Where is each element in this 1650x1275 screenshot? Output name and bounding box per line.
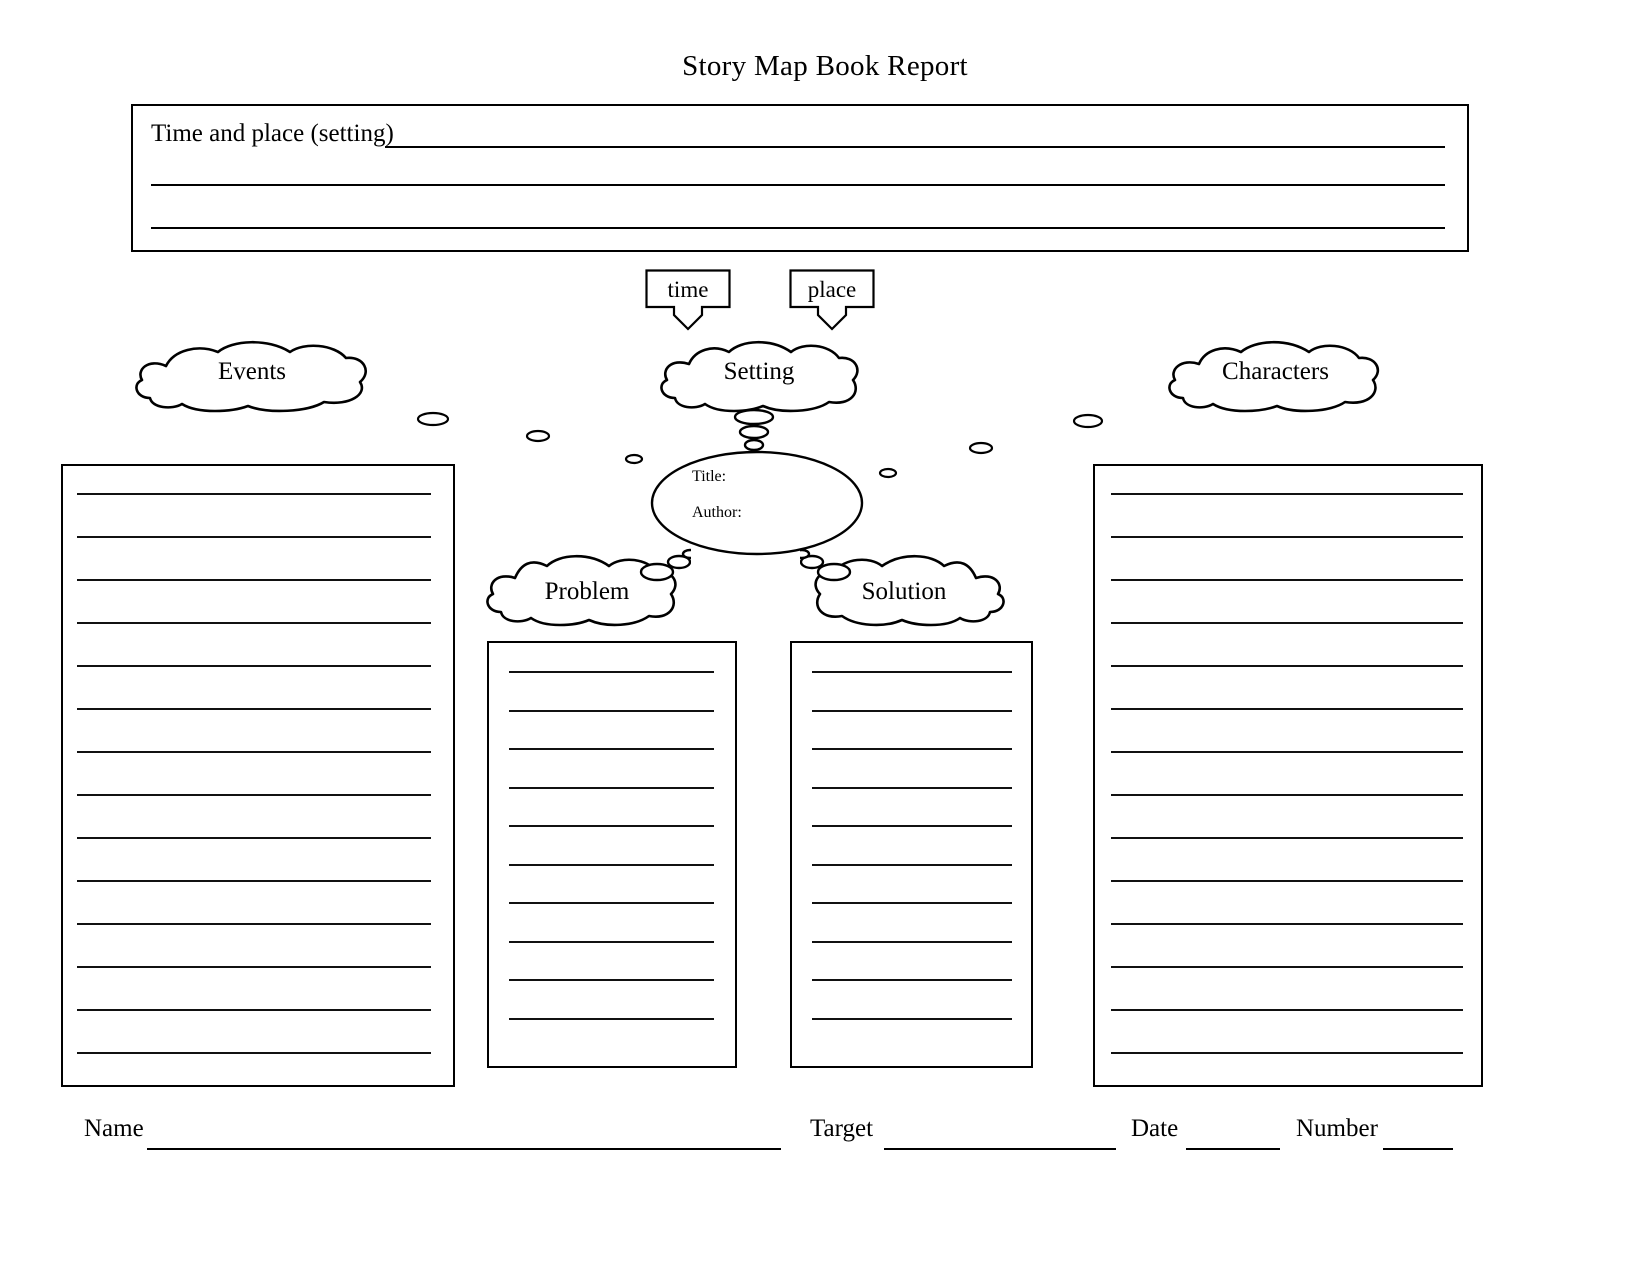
setting-write-line-1[interactable] — [385, 146, 1445, 148]
write-line[interactable] — [509, 671, 714, 673]
write-line[interactable] — [77, 1009, 431, 1011]
write-line[interactable] — [812, 709, 1012, 712]
write-line[interactable] — [77, 1052, 431, 1054]
story-map-worksheet: Story Map Book Report Time and place (se… — [0, 0, 1650, 1275]
stray-bubble — [878, 467, 898, 479]
characters-cloud: Characters — [1163, 336, 1388, 414]
number-label: Number — [1296, 1115, 1378, 1142]
events-writing-box[interactable] — [61, 464, 455, 1087]
cloud-icon — [486, 548, 699, 627]
time-callout: time — [645, 269, 731, 331]
write-line[interactable] — [509, 709, 714, 712]
characters-writing-lines — [1095, 466, 1481, 1085]
write-line[interactable] — [77, 880, 431, 882]
write-line[interactable] — [77, 923, 431, 925]
down-arrow-icon — [645, 269, 731, 331]
write-line[interactable] — [1111, 1052, 1463, 1054]
write-line[interactable] — [1111, 493, 1463, 495]
write-line[interactable] — [77, 966, 431, 968]
write-line[interactable] — [1111, 708, 1463, 710]
cloud-icon — [660, 340, 859, 413]
write-line[interactable] — [1111, 751, 1463, 753]
write-line[interactable] — [812, 748, 1012, 750]
write-line[interactable] — [77, 665, 431, 667]
write-line[interactable] — [509, 902, 714, 904]
write-line[interactable] — [812, 825, 1012, 827]
write-line[interactable] — [1111, 923, 1463, 925]
target-label: Target — [810, 1115, 874, 1142]
write-line[interactable] — [509, 1017, 714, 1020]
write-line[interactable] — [509, 979, 714, 981]
write-line[interactable] — [812, 671, 1012, 673]
events-writing-lines — [63, 466, 453, 1085]
write-line[interactable] — [812, 1017, 1012, 1020]
write-line[interactable] — [812, 940, 1012, 943]
write-line[interactable] — [509, 748, 714, 750]
solution-writing-box[interactable] — [790, 641, 1033, 1068]
title-author-ellipse: Title: Author: — [650, 450, 864, 556]
write-line[interactable] — [77, 708, 431, 710]
book-title-label: Title: — [692, 468, 727, 485]
write-line[interactable] — [1111, 880, 1463, 882]
write-line[interactable] — [1111, 665, 1463, 667]
write-line[interactable] — [77, 493, 431, 495]
events-cloud: Events — [128, 336, 376, 414]
page-title: Story Map Book Report — [682, 50, 968, 82]
setting-write-line-2[interactable] — [151, 184, 1445, 186]
write-line[interactable] — [77, 622, 431, 624]
characters-writing-box[interactable] — [1093, 464, 1483, 1087]
ellipse-icon — [650, 450, 864, 556]
write-line[interactable] — [812, 786, 1012, 789]
cloud-icon — [1168, 340, 1380, 413]
stray-bubble — [624, 453, 644, 465]
name-label: Name — [84, 1115, 144, 1142]
write-line[interactable] — [509, 786, 714, 789]
stray-bubble — [525, 429, 551, 443]
write-line[interactable] — [77, 794, 431, 796]
cloud-icon — [793, 548, 1005, 627]
write-line[interactable] — [77, 579, 431, 581]
write-line[interactable] — [509, 940, 714, 943]
write-line[interactable] — [812, 863, 1012, 866]
target-field[interactable] — [884, 1148, 1116, 1150]
write-line[interactable] — [77, 536, 431, 538]
stray-bubble — [1072, 413, 1104, 429]
problem-writing-lines — [489, 643, 735, 1066]
name-field[interactable] — [147, 1148, 781, 1150]
solution-cloud: Solution — [793, 546, 1008, 632]
write-line[interactable] — [1111, 622, 1463, 624]
stray-bubble — [968, 441, 994, 455]
write-line[interactable] — [1111, 1009, 1463, 1011]
place-callout: place — [789, 269, 875, 331]
number-field[interactable] — [1383, 1148, 1453, 1150]
write-line[interactable] — [812, 979, 1012, 981]
write-line[interactable] — [77, 837, 431, 839]
write-line[interactable] — [509, 863, 714, 866]
write-line[interactable] — [1111, 579, 1463, 581]
write-line[interactable] — [1111, 966, 1463, 968]
solution-writing-lines — [792, 643, 1031, 1066]
write-line[interactable] — [1111, 794, 1463, 796]
write-line[interactable] — [1111, 536, 1463, 538]
down-arrow-icon — [789, 269, 875, 331]
stray-bubble — [416, 411, 450, 427]
setting-header-label: Time and place (setting) — [151, 120, 394, 147]
setting-write-line-3[interactable] — [151, 227, 1445, 229]
setting-thought-bubbles — [733, 408, 775, 452]
problem-writing-box[interactable] — [487, 641, 737, 1068]
problem-cloud: Problem — [483, 546, 699, 632]
book-author-label: Author: — [692, 504, 742, 521]
write-line[interactable] — [509, 825, 714, 827]
footer: Name Target Date Number — [0, 1115, 1650, 1165]
date-field[interactable] — [1186, 1148, 1280, 1150]
write-line[interactable] — [77, 751, 431, 753]
write-line[interactable] — [1111, 837, 1463, 839]
setting-cloud: Setting — [655, 336, 863, 414]
write-line[interactable] — [812, 902, 1012, 904]
setting-header-box: Time and place (setting) — [131, 104, 1469, 252]
cloud-icon — [135, 340, 367, 413]
date-label: Date — [1131, 1115, 1179, 1142]
